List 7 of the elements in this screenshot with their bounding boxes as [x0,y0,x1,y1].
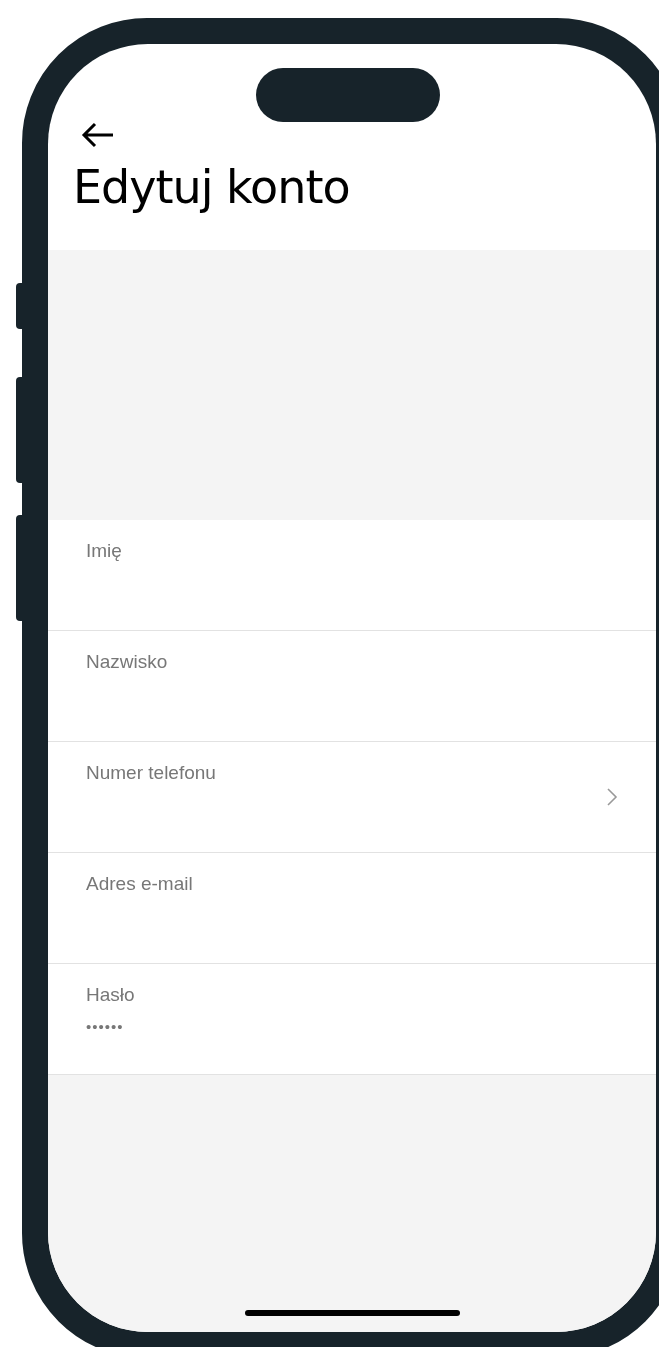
back-arrow-icon[interactable] [81,122,115,148]
field-label: Imię [86,540,123,562]
field-label: Adres e-mail [86,873,194,895]
field-label: Hasło [86,984,136,1006]
field-value: •••••• [86,1018,125,1035]
field-label: Numer telefonu [86,762,217,784]
field-label: Nazwisko [86,651,169,673]
